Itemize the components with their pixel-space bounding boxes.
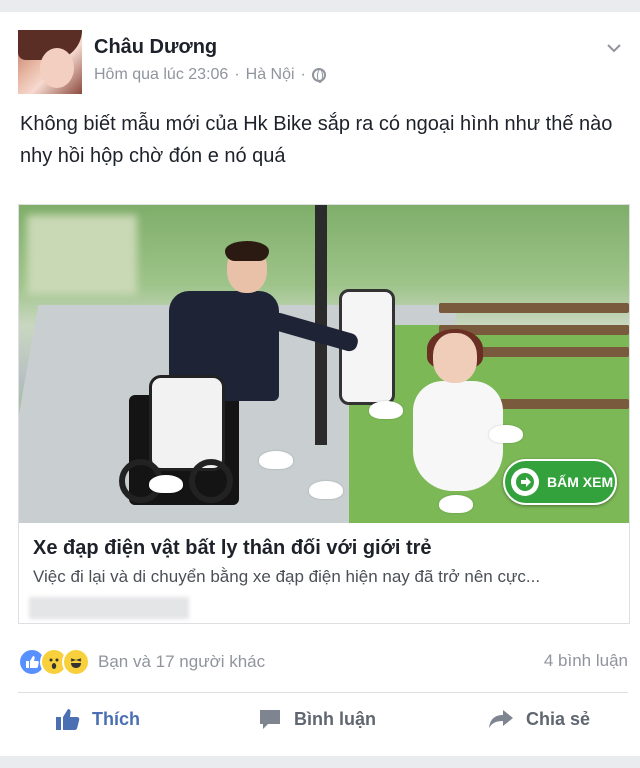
globe-icon[interactable]: [311, 68, 326, 83]
dove: [309, 481, 343, 499]
dove: [439, 495, 473, 513]
comment-button[interactable]: Bình luận: [258, 708, 376, 730]
reaction-summary-text[interactable]: Bạn và 17 người khác: [98, 652, 265, 672]
like-label: Thích: [92, 708, 140, 729]
dove: [369, 401, 403, 419]
see-more-label: BẤM XEM: [547, 474, 614, 490]
divider: [18, 692, 628, 693]
thumbs-up-icon: [56, 709, 80, 730]
man-hair: [225, 241, 269, 261]
post-text: Không biết mẫu mới của Hk Bike sắp ra có…: [20, 113, 613, 167]
bench-slat: [439, 303, 629, 313]
woman-figure: [403, 329, 513, 503]
post-meta: Hôm qua lúc 23:06 · Hà Nội ·: [94, 66, 326, 84]
link-description: Việc đi lại và di chuyển bằng xe đạp điệ…: [33, 567, 541, 586]
woman-head: [433, 333, 477, 383]
action-bar: Thích Bình luận Chia sẻ: [0, 708, 640, 748]
share-button[interactable]: Chia sẻ: [488, 708, 590, 730]
blurred-logo: [27, 215, 137, 295]
post-card: Châu Dương Hôm qua lúc 23:06 · Hà Nội · …: [0, 12, 640, 756]
link-source-blurred: [29, 597, 189, 619]
like-button[interactable]: Thích: [56, 708, 140, 730]
parked-bike: [319, 269, 409, 449]
haha-icon: [62, 648, 90, 676]
link-title[interactable]: Xe đạp điện vật bất ly thân đối với giới…: [33, 537, 432, 560]
comment-count[interactable]: 4 bình luận: [544, 651, 628, 671]
arrow-right-icon: [511, 468, 539, 496]
scooter-wheel: [189, 459, 233, 503]
avatar[interactable]: [18, 30, 82, 94]
location[interactable]: Hà Nội: [246, 66, 295, 84]
share-label: Chia sẻ: [526, 708, 591, 729]
link-preview-card[interactable]: BẤM XEM Xe đạp điện vật bất ly thân đối …: [18, 204, 630, 624]
scooter-frame: [149, 375, 225, 471]
chevron-down-icon[interactable]: [606, 40, 622, 56]
see-more-button[interactable]: BẤM XEM: [503, 459, 617, 505]
author-name[interactable]: Châu Dương: [94, 36, 217, 59]
dove: [149, 475, 183, 493]
link-preview-image[interactable]: BẤM XEM: [19, 205, 629, 523]
share-icon: [489, 710, 513, 728]
reaction-summary[interactable]: Bạn và 17 người khác: [18, 648, 265, 676]
comment-label: Bình luận: [294, 708, 376, 729]
meta-separator: ·: [234, 66, 240, 83]
dove: [259, 451, 293, 469]
meta-separator-2: ·: [300, 66, 306, 83]
avatar-face: [40, 48, 74, 88]
dove: [489, 425, 523, 443]
comment-icon: [260, 710, 280, 729]
timestamp[interactable]: Hôm qua lúc 23:06: [94, 66, 228, 84]
